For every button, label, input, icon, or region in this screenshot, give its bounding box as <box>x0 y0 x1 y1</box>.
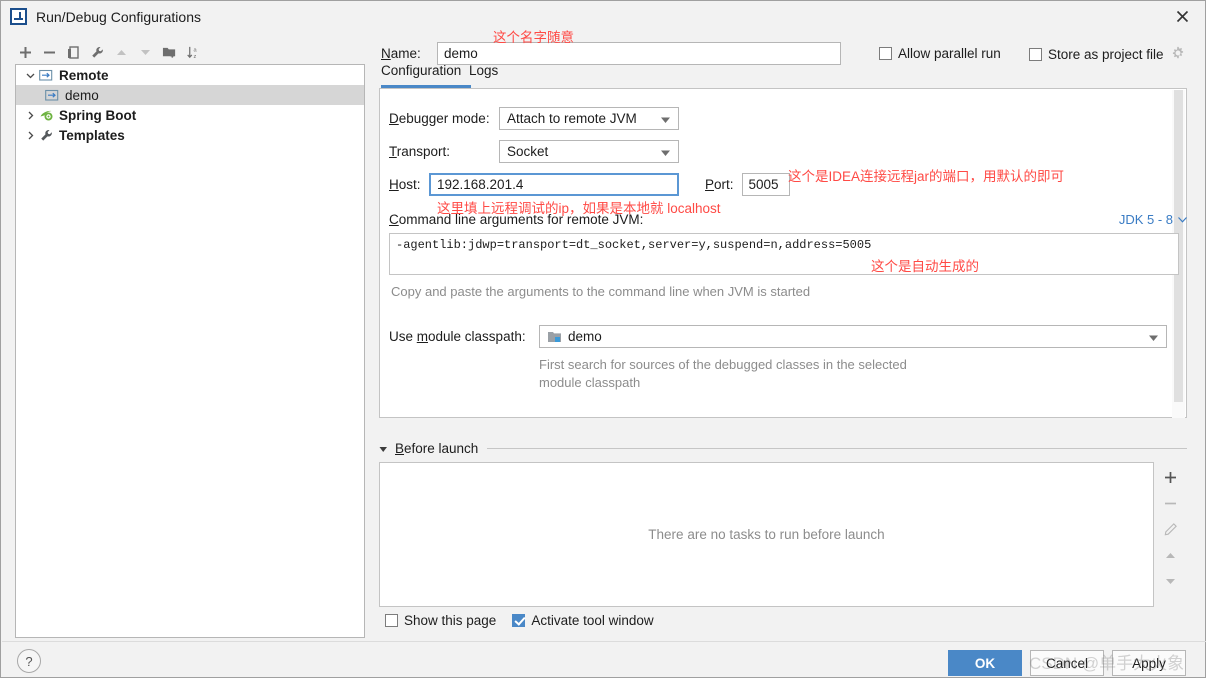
activate-tool-window-checkbox[interactable]: Activate tool window <box>512 613 654 628</box>
activate-tool-window-label: Activate tool window <box>531 613 654 628</box>
jdk-version-label: JDK 5 - 8 <box>1118 212 1173 227</box>
before-launch-empty-message: There are no tasks to run before launch <box>648 527 885 542</box>
tab-bar: Configuration Logs <box>381 65 681 87</box>
jdk-version-selector[interactable]: JDK 5 - 8 <box>1119 212 1187 227</box>
module-classpath-select[interactable]: demo <box>539 325 1167 348</box>
checkbox-box[interactable] <box>385 614 398 627</box>
run-debug-configurations-dialog: Run/Debug Configurations a z Remote demo… <box>0 0 1206 678</box>
module-classpath-hint-line1: First search for sources of the debugged… <box>539 357 907 372</box>
host-input[interactable] <box>429 173 679 196</box>
before-launch-move-up-icon[interactable] <box>1158 542 1184 568</box>
tab-logs[interactable]: Logs <box>469 65 498 78</box>
debugger-mode-row: Debugger mode: Attach to remote JVM <box>389 107 679 130</box>
chevron-right-icon[interactable] <box>22 127 38 143</box>
command-line-args-hint: Copy and paste the arguments to the comm… <box>391 284 811 299</box>
svg-text:a: a <box>193 47 197 53</box>
debugger-mode-value: Attach to remote JVM <box>507 111 637 126</box>
edit-templates-wrench-icon[interactable] <box>85 40 109 64</box>
host-row: Host: Port: <box>389 173 790 196</box>
configurations-tree[interactable]: Remote demo Spring Boot Templates <box>15 64 365 638</box>
tree-item-label: demo <box>65 87 99 103</box>
spring-icon <box>38 107 54 123</box>
store-as-project-file-checkbox[interactable]: Store as project file <box>1029 46 1185 63</box>
apply-button[interactable]: Apply <box>1112 650 1186 676</box>
remove-configuration-button[interactable] <box>37 40 61 64</box>
chevron-down-icon <box>661 144 670 159</box>
tree-item-templates[interactable]: Templates <box>16 125 364 145</box>
module-icon <box>547 330 562 344</box>
remote-icon <box>44 87 60 103</box>
triangle-down-icon[interactable] <box>379 441 388 456</box>
cancel-button[interactable]: Cancel <box>1030 650 1104 676</box>
store-as-project-file-label: Store as project file <box>1048 47 1164 62</box>
before-launch-add-button[interactable] <box>1158 464 1184 490</box>
host-label: Host: <box>389 177 421 192</box>
transport-row: Transport: Socket <box>389 140 679 163</box>
debugger-mode-label: Debugger mode: <box>389 111 490 126</box>
add-configuration-button[interactable] <box>13 40 37 64</box>
bottom-options: Show this page Activate tool window <box>385 613 670 628</box>
ok-button[interactable]: OK <box>948 650 1022 676</box>
help-button[interactable]: ? <box>17 649 41 673</box>
tree-item-spring-boot[interactable]: Spring Boot <box>16 105 364 125</box>
close-icon[interactable] <box>1160 1 1205 32</box>
before-launch-side-toolbar <box>1154 462 1187 607</box>
checkbox-box[interactable] <box>512 614 526 627</box>
module-classpath-hint-line2: module classpath <box>539 375 641 390</box>
copy-configuration-icon[interactable] <box>61 40 85 64</box>
title-bar: Run/Debug Configurations <box>1 1 1205 32</box>
new-folder-icon[interactable] <box>157 40 181 64</box>
wrench-icon <box>38 127 54 143</box>
configurations-toolbar: a z <box>13 39 369 65</box>
before-launch-move-down-icon[interactable] <box>1158 568 1184 594</box>
section-divider <box>487 447 1187 449</box>
chevron-right-icon[interactable] <box>22 107 38 123</box>
port-input[interactable] <box>741 173 790 196</box>
tree-item-remote[interactable]: Remote <box>16 65 364 85</box>
before-launch-title: Before launch <box>395 440 479 456</box>
gear-icon[interactable] <box>1171 46 1185 63</box>
chevron-down-icon <box>661 111 670 126</box>
intellij-idea-icon <box>10 8 27 25</box>
before-launch-remove-button[interactable] <box>1158 490 1184 516</box>
remote-icon <box>38 67 54 83</box>
before-launch-header[interactable]: Before launch <box>379 439 1187 457</box>
name-label: Name: <box>381 46 421 61</box>
tree-item-label: Spring Boot <box>59 107 137 123</box>
tree-item-label: Templates <box>59 127 125 143</box>
allow-parallel-run-label: Allow parallel run <box>898 46 1001 61</box>
name-input[interactable] <box>437 42 841 65</box>
footer-divider <box>2 641 1206 642</box>
sort-alphabetically-icon[interactable]: a z <box>181 40 205 64</box>
command-line-args-label: Command line arguments for remote JVM: <box>389 212 644 227</box>
checkbox-box[interactable] <box>1029 48 1042 61</box>
svg-text:z: z <box>193 54 196 60</box>
tree-item-demo[interactable]: demo <box>16 85 364 105</box>
debugger-mode-select[interactable]: Attach to remote JVM <box>499 107 679 130</box>
tree-item-label: Remote <box>59 67 109 83</box>
transport-select[interactable]: Socket <box>499 140 679 163</box>
command-line-args-value: -agentlib:jdwp=transport=dt_socket,serve… <box>396 238 872 252</box>
transport-label: Transport: <box>389 144 451 159</box>
chevron-down-icon <box>1149 329 1158 344</box>
before-launch-edit-icon[interactable] <box>1158 516 1184 542</box>
module-classpath-label: Use module classpath: <box>389 329 526 344</box>
port-label: Port: <box>705 177 734 192</box>
move-down-icon[interactable] <box>133 40 157 64</box>
before-launch-task-list[interactable]: There are no tasks to run before launch <box>379 462 1154 607</box>
show-this-page-checkbox[interactable]: Show this page <box>385 613 496 628</box>
allow-parallel-run-checkbox[interactable]: Allow parallel run <box>879 46 1001 61</box>
command-line-args-textarea[interactable]: -agentlib:jdwp=transport=dt_socket,serve… <box>389 233 1179 275</box>
dialog-title: Run/Debug Configurations <box>36 8 201 25</box>
chevron-down-icon[interactable] <box>22 67 38 83</box>
module-classpath-value: demo <box>568 329 602 344</box>
checkbox-box[interactable] <box>879 47 892 60</box>
transport-value: Socket <box>507 144 549 159</box>
move-up-icon[interactable] <box>109 40 133 64</box>
tab-configuration[interactable]: Configuration <box>381 65 461 78</box>
show-this-page-label: Show this page <box>404 613 497 628</box>
